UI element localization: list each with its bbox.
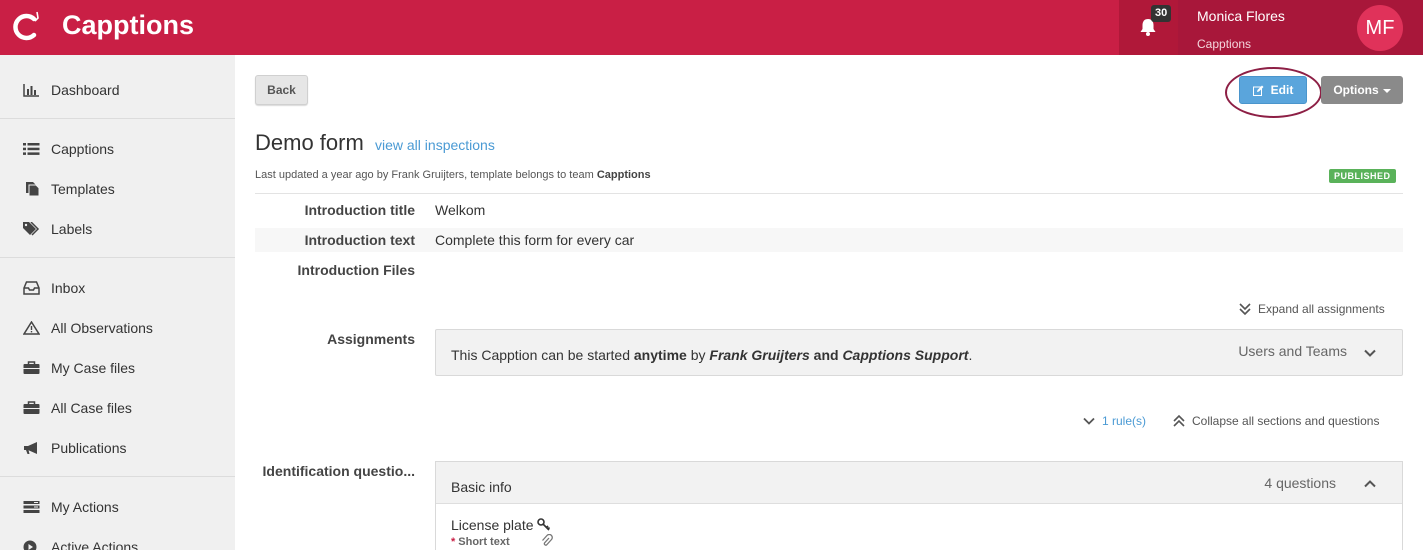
caret-down-icon bbox=[1382, 88, 1391, 93]
bar-chart-icon bbox=[23, 84, 39, 97]
section-panel: Basic info 4 questions License plate * Sh… bbox=[435, 461, 1403, 550]
sidebar: Dashboard Capptions Templates Labels Inb… bbox=[0, 55, 235, 550]
intro-title-value: Welkom bbox=[435, 202, 486, 218]
sidebar-item-label: My Case files bbox=[51, 360, 136, 376]
required-marker: * bbox=[451, 536, 456, 548]
app-logo-text[interactable]: Capptions bbox=[62, 10, 194, 41]
warning-icon bbox=[23, 321, 40, 335]
sidebar-item-label: Dashboard bbox=[51, 82, 120, 98]
double-chevron-down-icon bbox=[1239, 303, 1251, 316]
user-team: Capptions bbox=[1197, 37, 1252, 51]
assignment-text-part: . bbox=[968, 347, 973, 363]
intro-text-value: Complete this form for every car bbox=[435, 232, 635, 248]
sidebar-item-label: All Case files bbox=[51, 400, 132, 416]
sidebar-item-inbox[interactable]: Inbox bbox=[0, 270, 235, 306]
sidebar-divider bbox=[0, 257, 235, 258]
highlight-ring bbox=[1225, 67, 1322, 118]
double-chevron-up-icon bbox=[1173, 414, 1185, 427]
sidebar-item-active-actions[interactable]: Active Actions bbox=[0, 529, 235, 550]
intro-files-label: Introduction Files bbox=[297, 262, 415, 278]
back-button[interactable]: Back bbox=[255, 75, 308, 105]
list-icon bbox=[23, 143, 40, 155]
sidebar-item-capptions[interactable]: Capptions bbox=[0, 131, 235, 167]
bullhorn-icon bbox=[24, 442, 37, 454]
sidebar-item-label: Capptions bbox=[51, 141, 115, 157]
briefcase-icon bbox=[23, 361, 40, 374]
status-badge: PUBLISHED bbox=[1329, 169, 1396, 183]
chevron-up-icon[interactable] bbox=[1364, 478, 1376, 490]
assignment-text-anytime: anytime bbox=[633, 347, 687, 363]
section-header[interactable]: Basic info 4 questions bbox=[436, 462, 1402, 504]
notification-count-badge: 30 bbox=[1151, 5, 1172, 22]
sidebar-item-all-case-files[interactable]: All Case files bbox=[0, 390, 235, 426]
meta-text: Last updated a year ago by Frank Gruijte… bbox=[255, 169, 597, 181]
options-dropdown-button[interactable]: Options bbox=[1321, 76, 1403, 104]
intro-text-label: Introduction text bbox=[304, 232, 415, 248]
assignments-panel[interactable]: This Capption can be started anytime by … bbox=[435, 329, 1403, 376]
sidebar-item-label: Inbox bbox=[51, 280, 86, 296]
question-type-label: Short text bbox=[458, 536, 510, 548]
view-all-inspections-link[interactable]: view all inspections bbox=[375, 137, 495, 153]
play-circle-icon bbox=[23, 540, 37, 550]
rules-label: 1 rule(s) bbox=[1102, 414, 1147, 428]
sidebar-item-label: Labels bbox=[51, 221, 93, 237]
assignments-label: Assignments bbox=[327, 331, 415, 347]
page-title: Demo form bbox=[255, 130, 364, 155]
sidebar-divider bbox=[0, 118, 235, 119]
tasks-icon bbox=[23, 501, 40, 513]
last-updated-meta: Last updated a year ago by Frank Gruijte… bbox=[255, 169, 651, 181]
key-icon bbox=[536, 518, 550, 531]
sidebar-item-label: Templates bbox=[51, 181, 115, 197]
rules-link[interactable]: 1 rule(s) bbox=[1082, 414, 1146, 428]
assignment-text-and: and bbox=[809, 347, 843, 363]
section-title: Basic info bbox=[451, 479, 512, 495]
question-type: * Short text bbox=[451, 536, 510, 548]
assignment-text-team: Capptions Support bbox=[842, 347, 969, 363]
copy-icon bbox=[26, 182, 40, 196]
paperclip-icon bbox=[542, 534, 553, 546]
sidebar-item-label: Publications bbox=[51, 440, 127, 456]
question-name: License plate bbox=[451, 517, 534, 533]
chevron-down-icon bbox=[1083, 417, 1095, 425]
capptions-logo-icon[interactable] bbox=[10, 10, 44, 44]
assignment-text-part: by bbox=[686, 347, 710, 363]
sidebar-item-my-actions[interactable]: My Actions bbox=[0, 489, 235, 525]
options-button-label: Options bbox=[1333, 83, 1379, 97]
identification-questions-label: Identification questio... bbox=[262, 463, 415, 479]
sidebar-item-label: Active Actions bbox=[51, 539, 139, 550]
avatar[interactable]: MF bbox=[1357, 5, 1403, 51]
user-name[interactable]: Monica Flores bbox=[1197, 8, 1285, 24]
sidebar-item-templates[interactable]: Templates bbox=[0, 171, 235, 207]
intro-title-label: Introduction title bbox=[304, 202, 415, 218]
sidebar-item-label: All Observations bbox=[51, 320, 153, 336]
divider bbox=[255, 193, 1403, 194]
briefcase-icon bbox=[23, 401, 40, 414]
users-and-teams-label: Users and Teams bbox=[1238, 343, 1347, 359]
sidebar-divider bbox=[0, 476, 235, 477]
sidebar-item-label: My Actions bbox=[51, 499, 119, 515]
chevron-down-icon[interactable] bbox=[1364, 347, 1376, 359]
assignment-text-part: This Capption can be started bbox=[451, 347, 634, 363]
row-stripe bbox=[255, 228, 1403, 252]
tags-icon bbox=[23, 222, 40, 236]
sidebar-item-all-observations[interactable]: All Observations bbox=[0, 310, 235, 346]
assignment-summary: This Capption can be started anytime by … bbox=[451, 347, 972, 363]
expand-all-assignments-link[interactable]: Expand all assignments bbox=[1238, 302, 1385, 316]
expand-all-label: Expand all assignments bbox=[1258, 302, 1385, 316]
sidebar-item-dashboard[interactable]: Dashboard bbox=[0, 72, 235, 108]
question-count: 4 questions bbox=[1264, 475, 1336, 491]
assignment-text-person: Frank Gruijters bbox=[709, 347, 810, 363]
meta-team: Capptions bbox=[596, 169, 651, 181]
sidebar-item-my-case-files[interactable]: My Case files bbox=[0, 350, 235, 386]
question-item[interactable]: License plate bbox=[451, 517, 551, 533]
collapse-all-label: Collapse all sections and questions bbox=[1192, 414, 1380, 428]
inbox-icon bbox=[23, 281, 40, 295]
sidebar-item-publications[interactable]: Publications bbox=[0, 430, 235, 466]
collapse-all-link[interactable]: Collapse all sections and questions bbox=[1172, 414, 1379, 428]
sidebar-item-labels[interactable]: Labels bbox=[0, 211, 235, 247]
